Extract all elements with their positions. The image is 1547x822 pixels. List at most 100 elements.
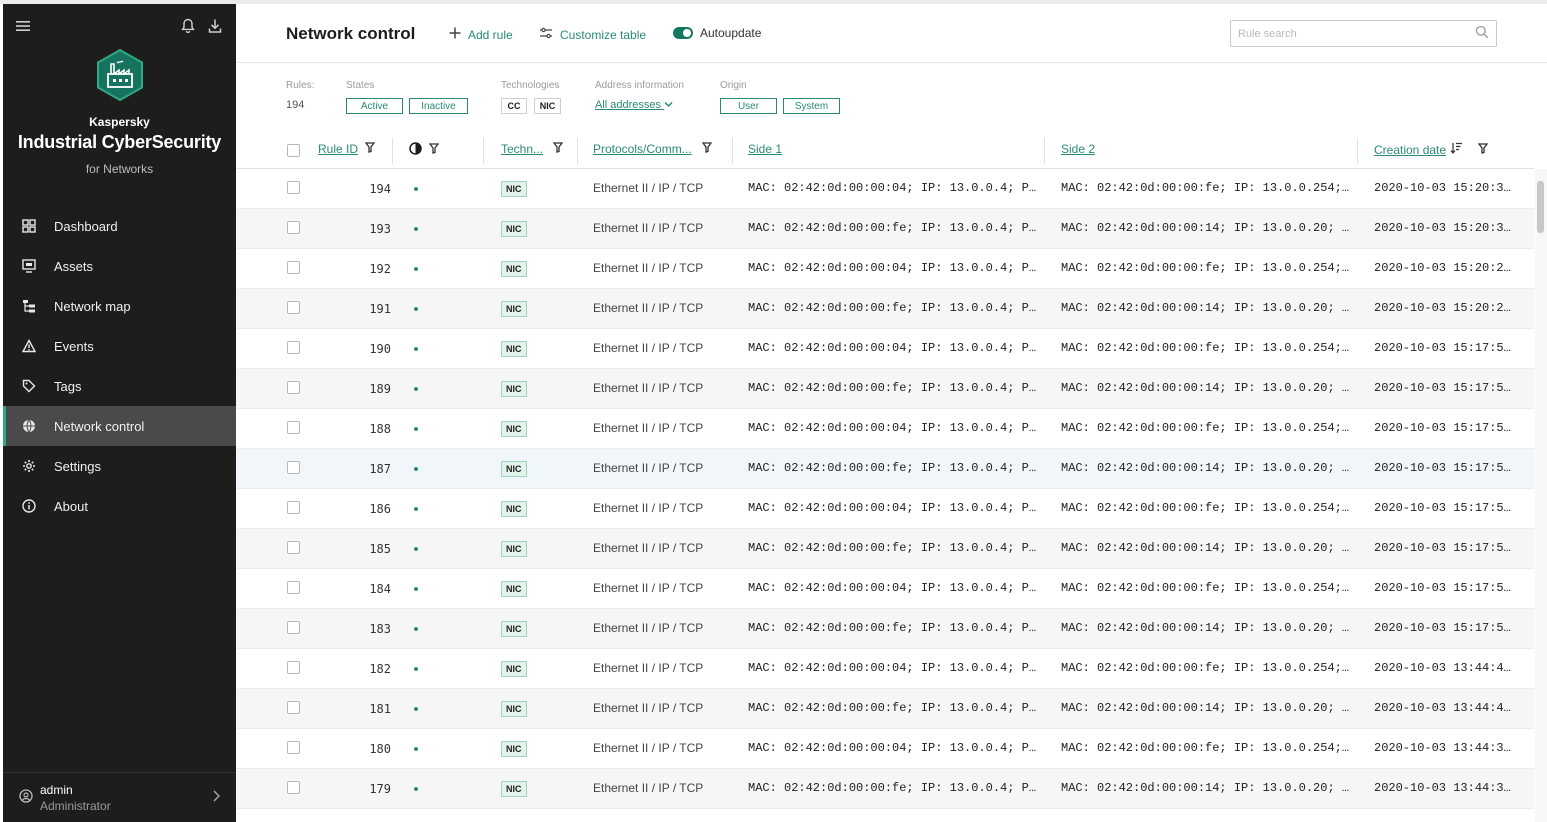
bell-icon[interactable] bbox=[181, 18, 195, 38]
table-row[interactable]: 189 NIC Ethernet II / IP / TCP MAC: 02:42:0… bbox=[236, 369, 1534, 409]
table-row[interactable]: 179 NIC Ethernet II / IP / TCP MAC: 02:42:0… bbox=[236, 769, 1534, 809]
row-checkbox[interactable] bbox=[287, 221, 300, 234]
row-checkbox[interactable] bbox=[287, 541, 300, 554]
search-icon[interactable] bbox=[1475, 25, 1489, 42]
rule-id-cell: 182 bbox=[369, 662, 391, 676]
sidebar-item-about[interactable]: About bbox=[3, 486, 236, 526]
protocols-cell: Ethernet II / IP / TCP bbox=[593, 781, 704, 795]
column-rule-id[interactable]: Rule ID bbox=[318, 142, 376, 156]
table-row[interactable]: 181 NIC Ethernet II / IP / TCP MAC: 02:42:0… bbox=[236, 689, 1534, 729]
table-row[interactable]: 188 NIC Ethernet II / IP / TCP MAC: 02:42:0… bbox=[236, 409, 1534, 449]
table-row[interactable]: 192 NIC Ethernet II / IP / TCP MAC: 02:42:0… bbox=[236, 249, 1534, 289]
row-checkbox[interactable] bbox=[287, 261, 300, 274]
column-separator bbox=[392, 138, 393, 164]
hamburger-menu-icon[interactable] bbox=[15, 19, 31, 37]
row-checkbox[interactable] bbox=[287, 781, 300, 794]
row-checkbox[interactable] bbox=[287, 501, 300, 514]
sidebar-item-settings[interactable]: Settings bbox=[3, 446, 236, 486]
row-checkbox[interactable] bbox=[287, 741, 300, 754]
rule-search-input[interactable] bbox=[1230, 20, 1497, 47]
table-row[interactable]: 185 NIC Ethernet II / IP / TCP MAC: 02:42:0… bbox=[236, 529, 1534, 569]
brand-subtitle: for Networks bbox=[85, 162, 154, 176]
row-checkbox[interactable] bbox=[287, 461, 300, 474]
row-checkbox[interactable] bbox=[287, 181, 300, 194]
protocols-cell: Ethernet II / IP / TCP bbox=[593, 701, 704, 715]
row-checkbox[interactable] bbox=[287, 381, 300, 394]
table-row[interactable]: 180 NIC Ethernet II / IP / TCP MAC: 02:42:0… bbox=[236, 729, 1534, 769]
side-1-cell: MAC: 02:42:0d:00:00:04; IP: 13.0.0.4; Po… bbox=[748, 421, 1042, 435]
rule-id-cell: 187 bbox=[369, 462, 391, 476]
row-checkbox[interactable] bbox=[287, 701, 300, 714]
protocols-cell: Ethernet II / IP / TCP bbox=[593, 621, 704, 635]
tech-cc-chip[interactable]: CC bbox=[501, 98, 527, 114]
table-row[interactable]: 193 NIC Ethernet II / IP / TCP MAC: 02:42:0… bbox=[236, 209, 1534, 249]
chevron-right-icon[interactable] bbox=[212, 789, 220, 805]
row-checkbox[interactable] bbox=[287, 621, 300, 634]
table-row[interactable]: 191 NIC Ethernet II / IP / TCP MAC: 02:42:0… bbox=[236, 289, 1534, 329]
side-2-cell: MAC: 02:42:0d:00:00:fe; IP: 13.0.0.254; … bbox=[1061, 661, 1355, 675]
table-row[interactable]: 187 NIC Ethernet II / IP / TCP MAC: 02:42:0… bbox=[236, 449, 1534, 489]
scrollbar-thumb[interactable] bbox=[1537, 181, 1544, 233]
origin-user-chip[interactable]: User bbox=[720, 98, 777, 114]
table-row[interactable]: 184 NIC Ethernet II / IP / TCP MAC: 02:42:0… bbox=[236, 569, 1534, 609]
autoupdate-toggle[interactable]: Autoupdate bbox=[673, 26, 761, 40]
sidebar-item-tags[interactable]: Tags bbox=[3, 366, 236, 406]
creation-date-cell: 2020-10-03 13:44:4… bbox=[1374, 701, 1511, 715]
row-checkbox[interactable] bbox=[287, 581, 300, 594]
filter-icon[interactable] bbox=[364, 142, 376, 156]
origin-system-chip[interactable]: System bbox=[783, 98, 840, 114]
technologies-label: Technologies bbox=[501, 80, 560, 91]
technology-badge: NIC bbox=[501, 461, 527, 477]
sidebar-item-network-control[interactable]: Network control bbox=[3, 406, 236, 446]
row-checkbox[interactable] bbox=[287, 421, 300, 434]
table-row[interactable]: 190 NIC Ethernet II / IP / TCP MAC: 02:42:0… bbox=[236, 329, 1534, 369]
creation-date-cell: 2020-10-03 13:44:3… bbox=[1374, 741, 1511, 755]
customize-table-button[interactable]: Customize table bbox=[539, 26, 646, 43]
origin-label: Origin bbox=[720, 80, 747, 91]
add-rule-button[interactable]: Add rule bbox=[449, 26, 513, 43]
column-protocols[interactable]: Protocols/Comm... bbox=[593, 142, 713, 156]
sidebar-item-network-map[interactable]: Network map bbox=[3, 286, 236, 326]
select-all-checkbox[interactable] bbox=[287, 144, 300, 157]
column-side-2[interactable]: Side 2 bbox=[1061, 142, 1095, 156]
sort-descending-icon[interactable] bbox=[1450, 142, 1463, 157]
table-row[interactable]: 194 NIC Ethernet II / IP / TCP MAC: 02:42:0… bbox=[236, 169, 1534, 209]
column-creation-date[interactable]: Creation date bbox=[1374, 142, 1489, 157]
state-active-dot bbox=[414, 507, 418, 511]
user-panel[interactable]: admin Administrator bbox=[3, 772, 236, 822]
technology-badge: NIC bbox=[501, 621, 527, 637]
column-side-1[interactable]: Side 1 bbox=[748, 142, 782, 156]
sidebar-item-label: About bbox=[54, 498, 88, 514]
table-row[interactable]: 182 NIC Ethernet II / IP / TCP MAC: 02:42:0… bbox=[236, 649, 1534, 689]
row-checkbox[interactable] bbox=[287, 661, 300, 674]
row-checkbox[interactable] bbox=[287, 301, 300, 314]
column-technology[interactable]: Techn... bbox=[501, 142, 564, 156]
vertical-scrollbar[interactable] bbox=[1535, 169, 1547, 822]
rule-id-cell: 180 bbox=[369, 742, 391, 756]
protocols-cell: Ethernet II / IP / TCP bbox=[593, 541, 704, 555]
sidebar-item-dashboard[interactable]: Dashboard bbox=[3, 206, 236, 246]
side-2-cell: MAC: 02:42:0d:00:00:14; IP: 13.0.0.20; P… bbox=[1061, 381, 1355, 395]
table-row[interactable]: 186 NIC Ethernet II / IP / TCP MAC: 02:42:0… bbox=[236, 489, 1534, 529]
sidebar-item-label: Settings bbox=[54, 458, 101, 474]
download-icon[interactable] bbox=[208, 18, 222, 38]
filter-icon[interactable] bbox=[701, 142, 713, 156]
filter-icon[interactable] bbox=[428, 143, 440, 157]
creation-date-cell: 2020-10-03 15:17:5… bbox=[1374, 421, 1511, 435]
state-active-chip[interactable]: Active bbox=[346, 98, 403, 114]
state-inactive-chip[interactable]: Inactive bbox=[409, 98, 468, 114]
rule-id-cell: 184 bbox=[369, 582, 391, 596]
toggle-switch[interactable] bbox=[673, 27, 693, 39]
address-dropdown[interactable]: All addresses bbox=[595, 99, 673, 111]
state-active-dot bbox=[414, 747, 418, 751]
sidebar-item-events[interactable]: Events bbox=[3, 326, 236, 366]
sidebar-item-assets[interactable]: Assets bbox=[3, 246, 236, 286]
column-state[interactable] bbox=[409, 142, 440, 158]
filter-icon[interactable] bbox=[1477, 142, 1489, 157]
tech-nic-chip[interactable]: NIC bbox=[534, 98, 561, 114]
row-checkbox[interactable] bbox=[287, 341, 300, 354]
filter-icon[interactable] bbox=[552, 142, 564, 156]
side-1-cell: MAC: 02:42:0d:00:00:fe; IP: 13.0.0.4; Po… bbox=[748, 381, 1042, 395]
state-active-dot bbox=[414, 547, 418, 551]
table-row[interactable]: 183 NIC Ethernet II / IP / TCP MAC: 02:42:0… bbox=[236, 609, 1534, 649]
